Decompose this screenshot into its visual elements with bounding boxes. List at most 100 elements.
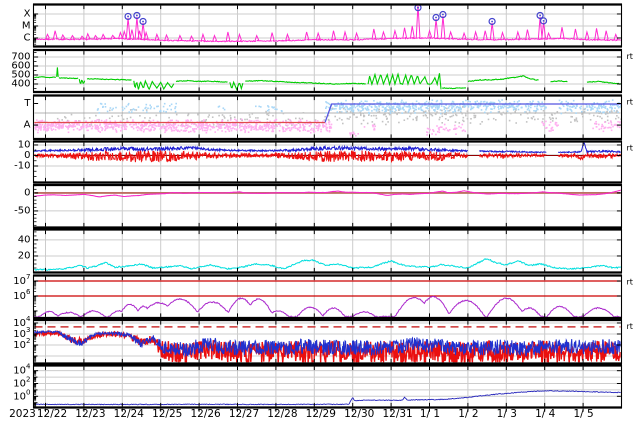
scatter-point	[249, 116, 251, 118]
scatter-point	[460, 108, 462, 111]
scatter-point	[435, 107, 437, 109]
scatter-point	[398, 107, 400, 110]
scatter-point	[299, 126, 302, 129]
scatter-point	[234, 125, 237, 127]
scatter-point	[104, 128, 107, 130]
scatter-point	[436, 108, 439, 110]
scatter-point	[306, 119, 308, 122]
scatter-point	[402, 101, 405, 104]
scatter-point	[299, 125, 302, 127]
scatter-point	[290, 128, 293, 130]
scatter-point	[299, 119, 302, 121]
scatter-point	[570, 115, 572, 118]
scatter-point	[175, 102, 177, 105]
scatter-point	[168, 116, 170, 119]
scatter-point	[368, 114, 370, 116]
scatter-point	[600, 127, 603, 130]
scatter-point	[166, 108, 169, 111]
scatter-point	[169, 105, 171, 107]
scatter-point	[130, 111, 133, 113]
scatter-point	[429, 105, 431, 108]
scatter-point	[117, 115, 120, 117]
rt-label: rt	[627, 144, 633, 153]
scatter-point	[377, 111, 380, 114]
scatter-point	[367, 107, 369, 110]
y-tick-label: 0	[24, 187, 30, 198]
scatter-point	[323, 119, 326, 121]
x-axis-date-label: 12/28	[267, 408, 297, 420]
scatter-point	[432, 105, 435, 108]
scatter-point	[526, 108, 529, 111]
scatter-point	[598, 128, 601, 131]
scatter-point	[121, 128, 124, 131]
scatter-point	[163, 125, 165, 127]
scatter-point	[394, 108, 396, 110]
scatter-point	[326, 101, 328, 104]
scatter-point	[490, 108, 492, 110]
scatter-point	[527, 105, 530, 107]
scatter-point	[98, 119, 100, 122]
scatter-point	[373, 108, 375, 111]
scatter-point	[526, 112, 529, 115]
scatter-point	[145, 123, 147, 126]
scatter-point	[149, 104, 151, 107]
scatter-point	[37, 129, 39, 131]
scatter-point	[173, 127, 175, 129]
scatter-point	[241, 118, 243, 121]
scatter-point	[138, 127, 140, 129]
flare-marker-dot	[142, 20, 144, 23]
scatter-point	[498, 110, 501, 113]
scatter-point	[609, 120, 612, 122]
scatter-point	[162, 105, 165, 108]
scatter-point	[166, 125, 168, 128]
scatter-point	[201, 129, 204, 132]
scatter-point	[581, 110, 583, 113]
scatter-point	[181, 125, 183, 128]
scatter-point	[388, 112, 390, 115]
scatter-point	[346, 110, 348, 113]
scatter-point	[236, 128, 239, 130]
scatter-point	[97, 130, 100, 132]
scatter-point	[438, 105, 440, 108]
scatter-point	[456, 105, 459, 108]
solar-wind-speed-series	[34, 75, 57, 79]
scatter-point	[317, 126, 320, 128]
scatter-point	[130, 126, 133, 128]
scatter-point	[551, 114, 554, 116]
scatter-point	[132, 124, 135, 126]
rt-label: rt	[627, 52, 633, 61]
scatter-point	[185, 129, 188, 132]
scatter-point	[529, 104, 532, 106]
scatter-point	[313, 130, 316, 133]
scatter-point	[116, 123, 119, 126]
scatter-point	[541, 101, 543, 104]
scatter-point	[212, 124, 215, 126]
scatter-point	[427, 104, 430, 107]
scatter-point	[591, 104, 593, 106]
scatter-point	[533, 110, 535, 112]
scatter-point	[34, 127, 37, 129]
scatter-point	[273, 127, 276, 129]
scatter-point	[115, 106, 117, 109]
scatter-point	[424, 110, 427, 113]
scatter-point	[424, 114, 427, 116]
scatter-point	[148, 124, 151, 127]
scatter-point	[480, 109, 483, 111]
scatter-point	[109, 126, 111, 129]
scatter-point	[576, 120, 579, 123]
scatter-point	[619, 121, 621, 124]
scatter-point	[38, 127, 41, 130]
scatter-point	[367, 109, 370, 111]
scatter-point	[233, 116, 236, 118]
scatter-point	[348, 107, 351, 110]
scatter-point	[462, 101, 464, 103]
scatter-point	[607, 122, 610, 124]
scatter-point	[588, 112, 591, 115]
scatter-point	[504, 112, 506, 115]
scatter-point	[506, 106, 508, 109]
scatter-point	[115, 131, 118, 133]
scatter-point	[159, 109, 162, 112]
scatter-point	[394, 111, 396, 113]
scatter-point	[575, 112, 577, 114]
scatter-point	[455, 113, 457, 116]
